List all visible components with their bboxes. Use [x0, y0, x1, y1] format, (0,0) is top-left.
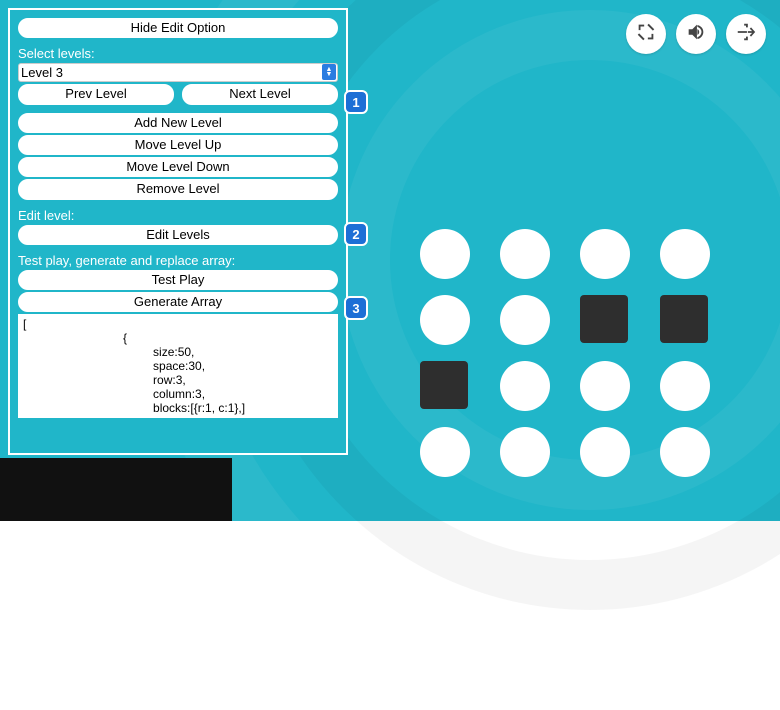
grid-cell[interactable]	[420, 361, 470, 411]
grid-cell[interactable]	[420, 295, 470, 345]
grid-cell[interactable]	[500, 295, 550, 345]
game-grid[interactable]	[420, 229, 710, 493]
dot-icon	[500, 361, 550, 411]
grid-cell[interactable]	[420, 229, 470, 279]
grid-cell[interactable]	[580, 427, 630, 477]
dot-icon	[500, 427, 550, 477]
dot-icon	[580, 361, 630, 411]
dot-icon	[500, 229, 550, 279]
dot-icon	[660, 427, 710, 477]
grid-cell[interactable]	[580, 361, 630, 411]
dot-icon	[660, 229, 710, 279]
dot-icon	[500, 295, 550, 345]
edit-level-label: Edit level:	[18, 208, 338, 223]
speaker-icon	[685, 21, 707, 48]
block-icon	[420, 361, 468, 409]
prev-level-button[interactable]: Prev Level	[18, 84, 174, 104]
add-level-button[interactable]: Add New Level	[18, 113, 338, 133]
move-level-down-button[interactable]: Move Level Down	[18, 157, 338, 177]
grid-cell[interactable]	[660, 427, 710, 477]
hide-edit-button[interactable]: Hide Edit Option	[18, 18, 338, 38]
fullscreen-button[interactable]	[626, 14, 666, 54]
dot-icon	[420, 427, 470, 477]
top-icon-bar	[626, 14, 766, 54]
dot-icon	[580, 427, 630, 477]
fullscreen-icon	[635, 21, 657, 48]
callout-badge-1: 1	[344, 90, 368, 114]
array-output[interactable]	[18, 314, 338, 418]
grid-row	[420, 361, 710, 427]
grid-cell[interactable]	[500, 229, 550, 279]
dot-icon	[420, 295, 470, 345]
select-arrows-icon: ▲▼	[322, 64, 336, 80]
grid-cell[interactable]	[500, 361, 550, 411]
grid-row	[420, 295, 710, 361]
grid-row	[420, 427, 710, 493]
grid-cell[interactable]	[500, 427, 550, 477]
grid-cell[interactable]	[660, 361, 710, 411]
grid-cell[interactable]	[420, 427, 470, 477]
test-play-label: Test play, generate and replace array:	[18, 253, 338, 268]
callout-badge-3: 3	[344, 296, 368, 320]
remove-level-button[interactable]: Remove Level	[18, 179, 338, 199]
move-level-up-button[interactable]: Move Level Up	[18, 135, 338, 155]
grid-row	[420, 229, 710, 295]
dot-icon	[420, 229, 470, 279]
grid-cell[interactable]	[660, 295, 710, 345]
test-play-button[interactable]: Test Play	[18, 270, 338, 290]
callout-badge-2: 2	[344, 222, 368, 246]
grid-cell[interactable]	[580, 229, 630, 279]
bottom-strip	[0, 458, 232, 521]
dot-icon	[660, 361, 710, 411]
block-icon	[580, 295, 628, 343]
select-levels-label: Select levels:	[18, 46, 338, 61]
editor-panel: Hide Edit Option Select levels: Level 3 …	[8, 8, 348, 455]
generate-array-button[interactable]: Generate Array	[18, 292, 338, 312]
game-stage: Hide Edit Option Select levels: Level 3 …	[0, 0, 780, 521]
grid-cell[interactable]	[660, 229, 710, 279]
grid-cell[interactable]	[580, 295, 630, 345]
next-level-button[interactable]: Next Level	[182, 84, 338, 104]
dot-icon	[580, 229, 630, 279]
sound-button[interactable]	[676, 14, 716, 54]
level-select[interactable]: Level 3	[18, 63, 338, 82]
edit-levels-button[interactable]: Edit Levels	[18, 225, 338, 245]
exit-button[interactable]	[726, 14, 766, 54]
block-icon	[660, 295, 708, 343]
exit-icon	[735, 21, 757, 48]
